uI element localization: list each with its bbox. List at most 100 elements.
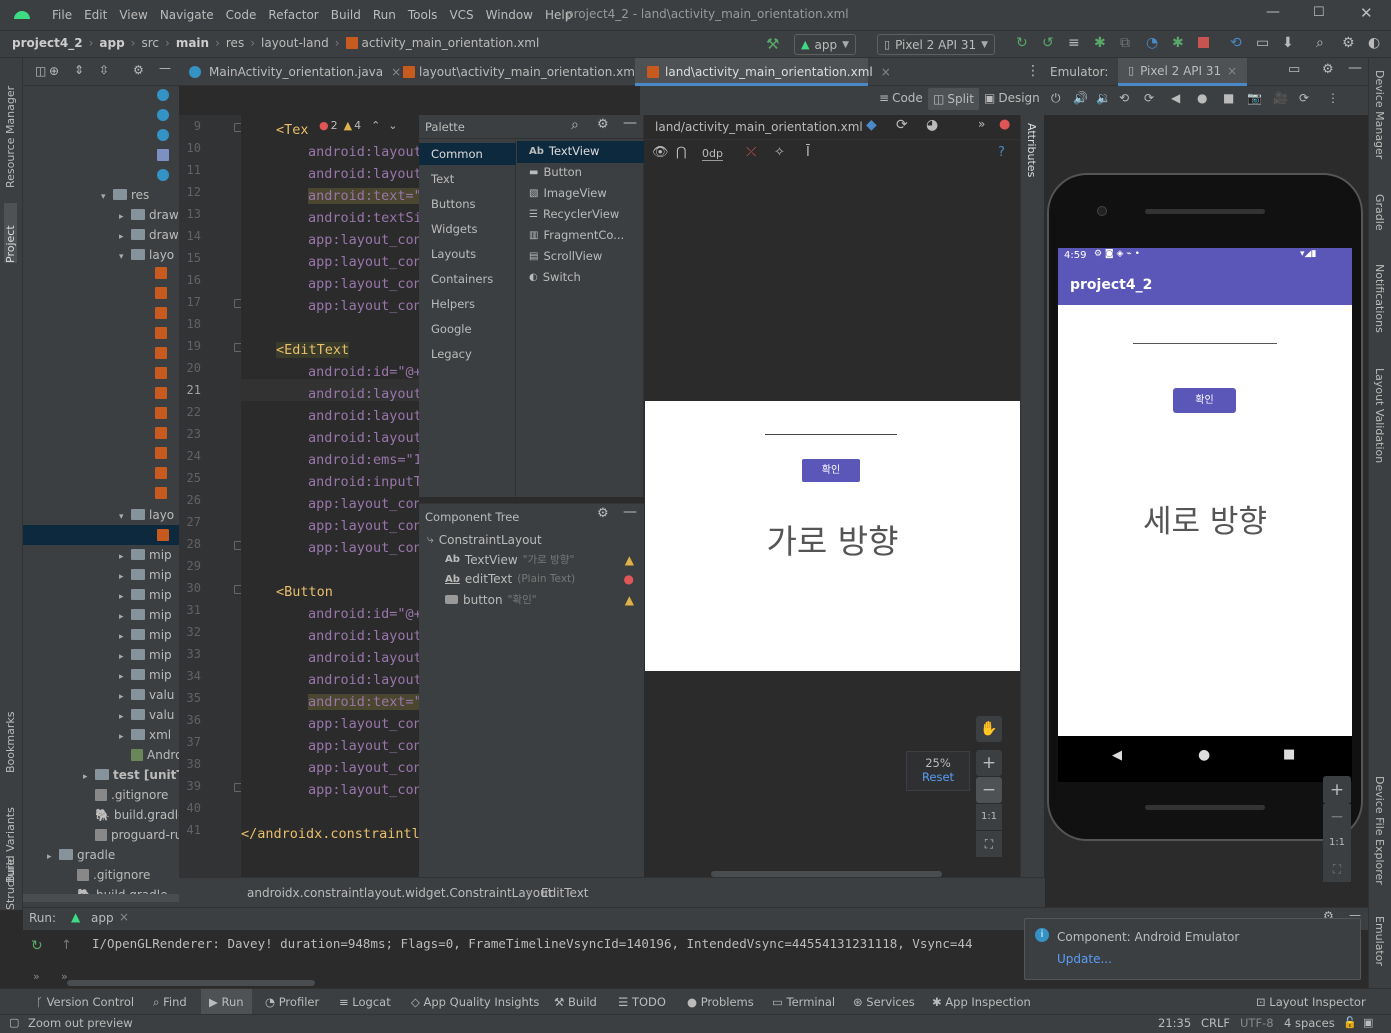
stop-icon[interactable] bbox=[1198, 37, 1209, 48]
hammer-icon[interactable]: ⚒ bbox=[766, 35, 779, 53]
sdk-icon[interactable]: ⬇ bbox=[1282, 35, 1294, 51]
menu-refactor[interactable]: Refactor bbox=[262, 8, 324, 22]
palette-item-recyclerview[interactable]: ☰ RecyclerView bbox=[529, 207, 619, 221]
home-icon[interactable]: ● bbox=[1198, 747, 1210, 763]
tree-values[interactable]: ▸ valu bbox=[119, 685, 174, 705]
tree-mipmap[interactable]: ▸ mip bbox=[119, 625, 172, 645]
tree-values[interactable]: ▸ valu bbox=[119, 705, 174, 725]
rotate-left-icon[interactable]: ⟲ bbox=[1119, 91, 1129, 105]
palette-item-button[interactable]: ▬ Button bbox=[529, 165, 582, 179]
menu-window[interactable]: Window bbox=[480, 8, 539, 22]
magnet-icon[interactable]: ⋂ bbox=[676, 145, 687, 160]
app-inspection-tab[interactable]: ✱ App Inspection bbox=[932, 989, 1031, 1015]
sync-icon[interactable]: ⟲ bbox=[1230, 35, 1242, 51]
tree-gitignore[interactable]: .gitignore bbox=[83, 785, 168, 805]
eye-icon[interactable]: 👁 bbox=[652, 145, 669, 160]
palette-category-legacy[interactable]: Legacy bbox=[431, 347, 472, 361]
tree-res[interactable]: ▾ res bbox=[101, 185, 149, 205]
panel-toggle-icon[interactable]: ◫ bbox=[35, 64, 46, 78]
emulator-zoom-out-button[interactable]: − bbox=[1323, 804, 1351, 830]
collapse-all-icon[interactable]: ⇳ bbox=[99, 63, 109, 77]
maximize-button[interactable]: ☐ bbox=[1313, 5, 1325, 20]
tree-root-constraintlayout[interactable]: ⤷ ConstraintLayout bbox=[427, 532, 542, 547]
settings-gear-icon[interactable]: ⚙ bbox=[597, 506, 609, 521]
gradle-tab[interactable]: Gradle bbox=[1373, 194, 1386, 244]
caret-position[interactable]: 21:35 bbox=[1158, 1016, 1191, 1030]
xml-file-icon[interactable] bbox=[155, 427, 167, 439]
tree-node-textview[interactable]: Ab TextView "가로 방향" ▲ bbox=[445, 552, 640, 567]
app-confirm-button[interactable]: 확인 bbox=[1173, 388, 1236, 413]
status-toggle-icon[interactable]: ▢ bbox=[9, 1016, 19, 1029]
design-mode-button[interactable]: ▣ Design bbox=[984, 91, 1040, 105]
palette-category-common[interactable]: Common bbox=[431, 147, 483, 161]
crumb-file[interactable]: activity_main_orientation.xml bbox=[362, 36, 540, 50]
guidelines-icon[interactable]: Ī bbox=[806, 145, 810, 160]
crumb-src[interactable]: src bbox=[141, 36, 159, 50]
palette-item-fragmentco[interactable]: ▥ FragmentCo... bbox=[529, 228, 624, 242]
menu-file[interactable]: File bbox=[46, 8, 78, 22]
rerun-icon[interactable]: ↻ bbox=[31, 938, 43, 954]
infer-constraints-icon[interactable]: ✧ bbox=[774, 145, 785, 160]
close-tab-icon[interactable]: × bbox=[881, 65, 891, 79]
xml-file-icon[interactable] bbox=[155, 267, 167, 279]
palette-category-helpers[interactable]: Helpers bbox=[431, 297, 475, 311]
device-manager-icon[interactable]: ▭ bbox=[1256, 35, 1269, 51]
xml-file-icon[interactable] bbox=[155, 287, 167, 299]
tree-drawable[interactable]: ▸ draw bbox=[119, 205, 179, 225]
menu-navigate[interactable]: Navigate bbox=[154, 8, 220, 22]
tree-gradle[interactable]: ▸ gradle bbox=[47, 845, 115, 865]
tree-xml[interactable]: ▸ xml bbox=[119, 725, 171, 745]
zoom-reset-link[interactable]: Reset bbox=[907, 770, 969, 784]
hide-panel-icon[interactable]: — bbox=[623, 115, 637, 131]
emulator-actual-size-button[interactable]: 1:1 bbox=[1323, 830, 1351, 856]
back-icon[interactable]: ◀ bbox=[1112, 748, 1122, 763]
attributes-tab[interactable]: Attributes bbox=[1025, 123, 1038, 203]
error-icon[interactable]: ● bbox=[999, 117, 1010, 132]
palette-category-containers[interactable]: Containers bbox=[431, 272, 493, 286]
menu-edit[interactable]: Edit bbox=[78, 8, 113, 22]
layout-file-select[interactable]: land/activity_main_orientation.xml ⌄ bbox=[655, 120, 874, 134]
xml-file-icon[interactable] bbox=[155, 387, 167, 399]
menu-tools[interactable]: Tools bbox=[402, 8, 444, 22]
app-quality-insights-tab[interactable]: ◇ App Quality Insights bbox=[411, 989, 539, 1015]
crumb-res[interactable]: res bbox=[226, 36, 244, 50]
orientation-icon[interactable]: ⟳ bbox=[896, 117, 908, 133]
indent-setting[interactable]: 4 spaces bbox=[1284, 1016, 1335, 1030]
xml-file-icon[interactable] bbox=[155, 467, 167, 479]
home-icon[interactable]: ● bbox=[1197, 91, 1207, 105]
xml-file-icon[interactable] bbox=[155, 327, 167, 339]
tree-test[interactable]: ▸ test [unitTe bbox=[83, 765, 191, 785]
run-config-select[interactable]: ▲ app ▼ bbox=[794, 34, 856, 55]
notifications-tab[interactable]: Notifications bbox=[1373, 264, 1386, 354]
tree-class-item[interactable] bbox=[157, 105, 169, 125]
expand-all-icon[interactable]: ⇕ bbox=[74, 63, 84, 77]
camera-icon[interactable]: 📷 bbox=[1247, 91, 1262, 105]
memory-icon[interactable]: ▣ bbox=[1363, 1016, 1373, 1029]
menu-code[interactable]: Code bbox=[220, 8, 263, 22]
close-tab-icon[interactable]: × bbox=[119, 910, 129, 924]
search-icon[interactable]: ⌕ bbox=[1316, 35, 1324, 51]
settings-gear-icon[interactable]: ⚙ bbox=[133, 63, 144, 77]
profiler-tab[interactable]: ◔ Profiler bbox=[265, 989, 319, 1015]
crumb-layout-land[interactable]: layout-land bbox=[261, 36, 329, 50]
emulator-fit-icon[interactable]: ⛶ bbox=[1323, 856, 1351, 882]
tree-mipmap[interactable]: ▸ mip bbox=[119, 545, 172, 565]
crumb-project[interactable]: project4_2 bbox=[12, 36, 83, 50]
emulator-zoom-in-button[interactable]: + bbox=[1323, 776, 1351, 804]
window-mode-icon[interactable]: ▭ bbox=[1288, 62, 1300, 77]
tree-mipmap[interactable]: ▸ mip bbox=[119, 605, 172, 625]
close-button[interactable]: ✕ bbox=[1360, 4, 1373, 22]
minimize-button[interactable]: — bbox=[1266, 4, 1280, 20]
volume-up-icon[interactable]: 🔊 bbox=[1073, 91, 1088, 105]
palette-category-layouts[interactable]: Layouts bbox=[431, 247, 476, 261]
split-mode-button[interactable]: ◫ Split bbox=[928, 88, 979, 110]
menu-build[interactable]: Build bbox=[325, 8, 367, 22]
device-file-explorer-tab[interactable]: Device File Explorer bbox=[1373, 776, 1386, 896]
profile-icon[interactable]: ◔ bbox=[1146, 35, 1158, 51]
build-tab[interactable]: ⚒ Build bbox=[554, 989, 597, 1015]
tree-mipmap[interactable]: ▸ mip bbox=[119, 585, 172, 605]
bug-icon[interactable]: ✱ bbox=[1172, 35, 1184, 51]
notification-popup[interactable]: i Component: Android Emulator Update... bbox=[1024, 918, 1361, 980]
close-tab-icon[interactable]: × bbox=[1227, 64, 1237, 78]
tree-mipmap[interactable]: ▸ mip bbox=[119, 565, 172, 585]
